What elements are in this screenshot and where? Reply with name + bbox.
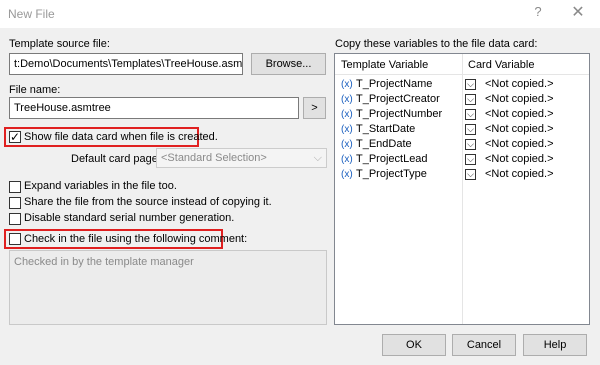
- template-variable-name: T_ProjectType: [356, 168, 427, 180]
- variables-heading: Copy these variables to the file data ca…: [335, 38, 538, 50]
- checkin-checkbox[interactable]: [9, 233, 21, 245]
- expand-vars-checkbox[interactable]: [9, 181, 21, 193]
- help-icon[interactable]: ?: [530, 4, 546, 22]
- variable-row[interactable]: (x) T_ProjectNumber ⌵ <Not copied.>: [335, 107, 589, 122]
- variable-row[interactable]: (x) T_ProjectLead ⌵ <Not copied.>: [335, 152, 589, 167]
- browse-button[interactable]: Browse...: [251, 53, 326, 75]
- ok-button[interactable]: OK: [382, 334, 446, 356]
- share-file-label: Share the file from the source instead o…: [24, 196, 272, 208]
- title-bar: [0, 0, 600, 28]
- close-icon[interactable]: ✕: [568, 3, 588, 23]
- template-variable-name: T_ProjectCreator: [356, 93, 440, 105]
- variable-icon: (x): [341, 139, 353, 150]
- variable-icon: (x): [341, 154, 353, 165]
- variables-grid: Template Variable Card Variable (x) T_Pro…: [334, 53, 590, 325]
- template-source-input[interactable]: t:Demo\Documents\Templates\TreeHouse.asm…: [9, 53, 243, 75]
- template-variable-name: T_ProjectLead: [356, 153, 428, 165]
- disable-serial-label: Disable standard serial number generatio…: [24, 212, 235, 224]
- card-variable-dropdown-icon[interactable]: ⌵: [465, 109, 476, 120]
- card-variable-value: <Not copied.>: [485, 138, 554, 150]
- variables-rows: (x) T_ProjectName ⌵ <Not copied.> (x) T_Proje…: [335, 77, 589, 182]
- template-variable-name: T_EndDate: [356, 138, 412, 150]
- checkin-label: Check in the file using the following co…: [24, 233, 248, 245]
- expand-vars-label: Expand variables in the file too.: [24, 180, 177, 192]
- variable-row[interactable]: (x) T_ProjectType ⌵ <Not copied.>: [335, 167, 589, 182]
- chevron-down-icon: ⌵: [313, 152, 322, 164]
- share-file-checkbox[interactable]: [9, 197, 21, 209]
- card-variable-dropdown-icon[interactable]: ⌵: [465, 124, 476, 135]
- checkin-comment-textarea: Checked in by the template manager: [9, 250, 327, 325]
- card-variable-value: <Not copied.>: [485, 108, 554, 120]
- default-card-select: <Standard Selection> ⌵: [156, 148, 327, 168]
- default-card-label: Default card page:: [71, 153, 161, 165]
- card-variable-value: <Not copied.>: [485, 78, 554, 90]
- card-variable-dropdown-icon[interactable]: ⌵: [465, 94, 476, 105]
- variable-row[interactable]: (x) T_EndDate ⌵ <Not copied.>: [335, 137, 589, 152]
- variable-row[interactable]: (x) T_StartDate ⌵ <Not copied.>: [335, 122, 589, 137]
- card-variable-dropdown-icon[interactable]: ⌵: [465, 139, 476, 150]
- variable-icon: (x): [341, 109, 353, 120]
- card-variable-dropdown-icon[interactable]: ⌵: [465, 154, 476, 165]
- file-name-arrow-button[interactable]: >: [303, 97, 326, 119]
- template-source-label: Template source file:: [9, 38, 110, 50]
- cancel-button[interactable]: Cancel: [452, 334, 516, 356]
- card-variable-dropdown-icon[interactable]: ⌵: [465, 169, 476, 180]
- card-variable-value: <Not copied.>: [485, 93, 554, 105]
- variable-icon: (x): [341, 169, 353, 180]
- card-variable-value: <Not copied.>: [485, 123, 554, 135]
- variable-icon: (x): [341, 79, 353, 90]
- card-variable-value: <Not copied.>: [485, 168, 554, 180]
- variable-row[interactable]: (x) T_ProjectName ⌵ <Not copied.>: [335, 77, 589, 92]
- col-template-variable[interactable]: Template Variable: [341, 59, 428, 71]
- card-variable-dropdown-icon[interactable]: ⌵: [465, 79, 476, 90]
- template-variable-name: T_StartDate: [356, 123, 416, 135]
- card-variable-value: <Not copied.>: [485, 153, 554, 165]
- col-card-variable[interactable]: Card Variable: [468, 59, 534, 71]
- window-title: New File: [8, 7, 55, 21]
- help-button[interactable]: Help: [523, 334, 587, 356]
- disable-serial-checkbox[interactable]: [9, 213, 21, 225]
- show-card-label: Show file data card when file is created…: [24, 131, 218, 143]
- template-variable-name: T_ProjectName: [356, 78, 433, 90]
- show-card-checkbox[interactable]: [9, 131, 21, 143]
- default-card-value: <Standard Selection>: [161, 152, 267, 164]
- variable-row[interactable]: (x) T_ProjectCreator ⌵ <Not copied.>: [335, 92, 589, 107]
- template-variable-name: T_ProjectNumber: [356, 108, 443, 120]
- file-name-label: File name:: [9, 84, 61, 96]
- file-name-input[interactable]: TreeHouse.asmtree: [9, 97, 299, 119]
- variable-icon: (x): [341, 94, 353, 105]
- variable-icon: (x): [341, 124, 353, 135]
